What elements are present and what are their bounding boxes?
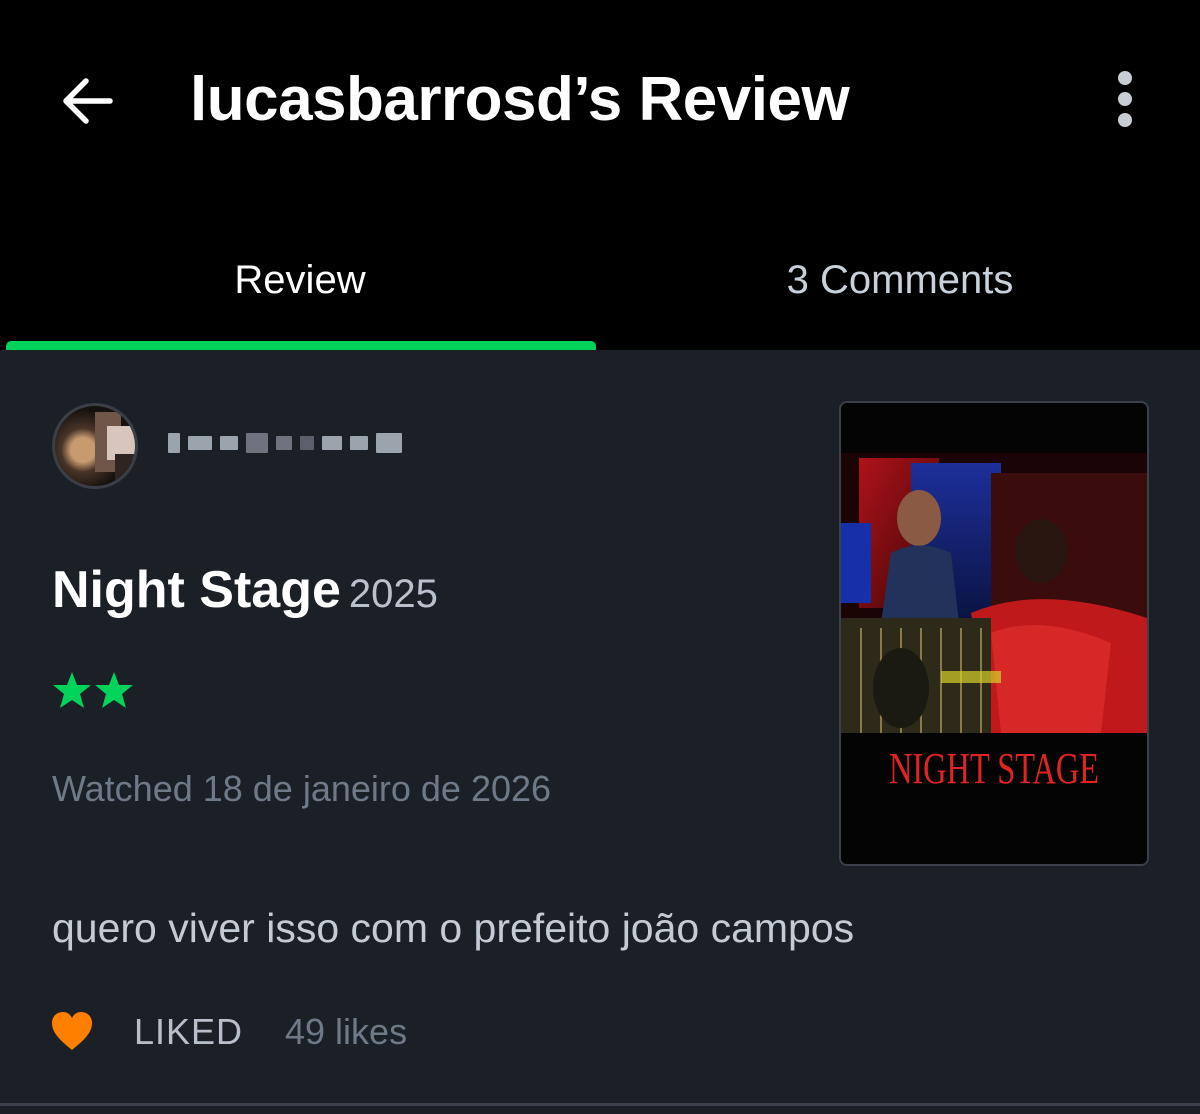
back-button[interactable] bbox=[54, 68, 120, 134]
more-options-button[interactable] bbox=[1100, 66, 1150, 132]
film-year: 2025 bbox=[348, 572, 438, 616]
film-title[interactable]: Night Stage bbox=[52, 561, 341, 619]
likes-count[interactable]: 49 likes bbox=[285, 1010, 407, 1054]
star-rating bbox=[52, 670, 134, 714]
film-title-row[interactable]: Night Stage 2025 bbox=[52, 558, 438, 635]
star-icon bbox=[53, 672, 91, 708]
poster-artwork: NIGHT STAGE bbox=[841, 403, 1147, 864]
active-tab-indicator bbox=[6, 341, 596, 350]
film-poster[interactable]: NIGHT STAGE bbox=[839, 401, 1149, 866]
avatar[interactable] bbox=[52, 403, 138, 489]
page-title: lucasbarrosd’s Review bbox=[190, 65, 850, 134]
star-icon bbox=[95, 672, 133, 708]
liked-button[interactable]: LIKED bbox=[134, 1010, 243, 1054]
tab-review[interactable]: Review bbox=[0, 250, 600, 310]
divider bbox=[0, 1103, 1200, 1106]
review-body: quero viver isso com o prefeito joão cam… bbox=[52, 905, 855, 951]
tab-comments[interactable]: 3 Comments bbox=[600, 250, 1200, 310]
arrow-left-icon bbox=[63, 78, 113, 124]
app-header: lucasbarrosd’s Review Review 3 Comments bbox=[0, 0, 1200, 350]
more-vertical-icon bbox=[1118, 71, 1132, 127]
watched-date: Watched 18 de janeiro de 2026 bbox=[52, 768, 552, 809]
poster-title: NIGHT STAGE bbox=[889, 744, 1099, 793]
username-redacted[interactable] bbox=[168, 426, 410, 460]
heart-icon[interactable] bbox=[50, 1010, 94, 1052]
